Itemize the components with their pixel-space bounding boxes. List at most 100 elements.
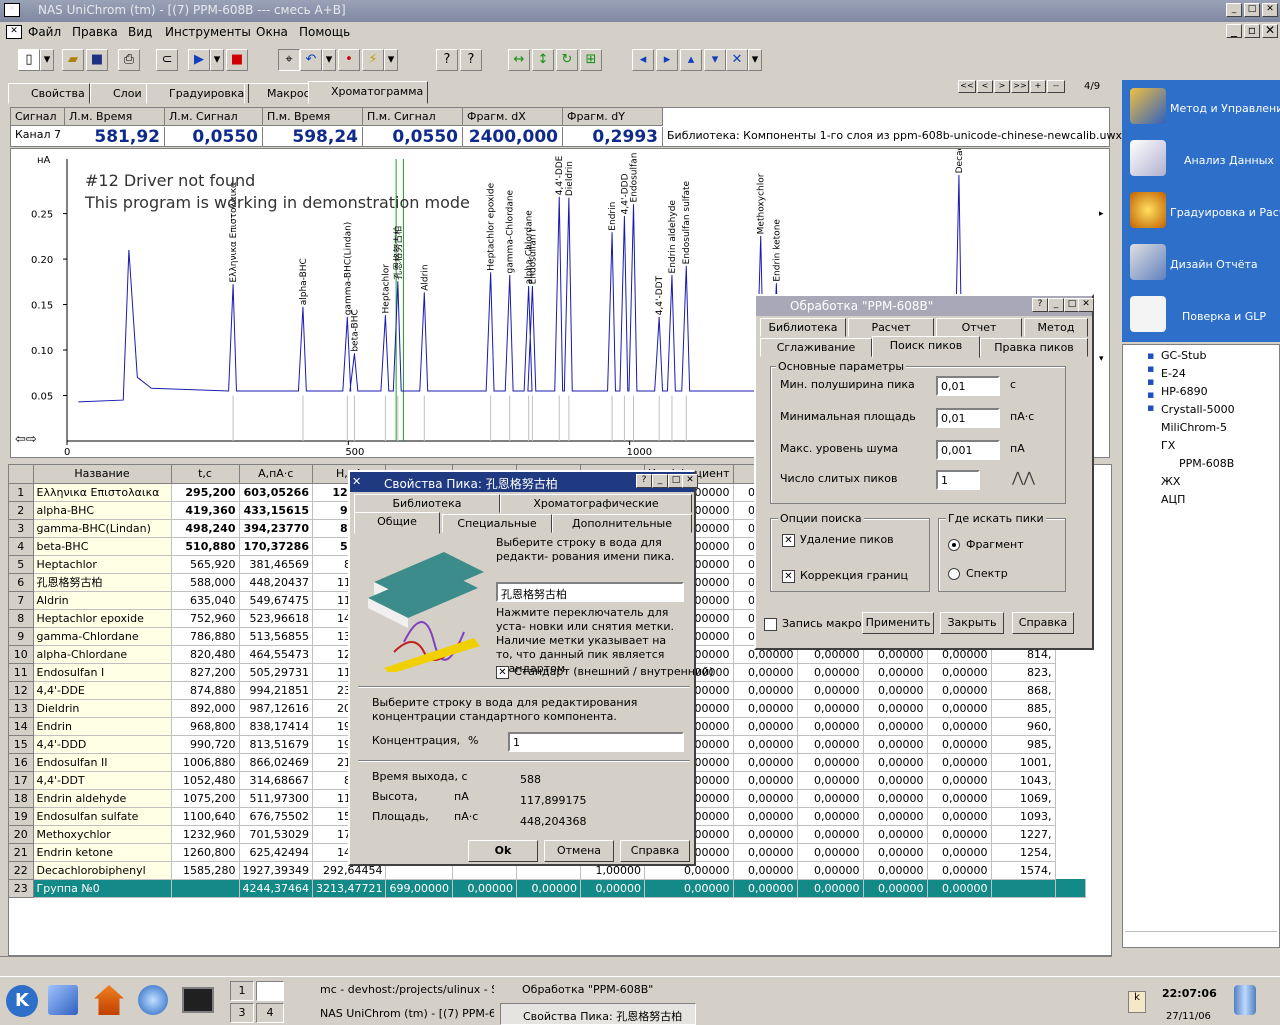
proc-help-text-button[interactable]: Справка	[1012, 612, 1074, 634]
zero-cell[interactable]: 0,00000	[927, 771, 992, 790]
task-unichrom[interactable]: NAS UniChrom (tm) - [(7) PPM-608B	[298, 1003, 494, 1025]
side-calibration[interactable]: Градуировка и Расчёт	[1122, 186, 1280, 238]
delete-peak-icon[interactable]: ✕	[726, 49, 748, 71]
trash-icon[interactable]	[1234, 985, 1256, 1015]
area-cell[interactable]: 603,05266	[239, 483, 313, 502]
doc-restore-button[interactable]: ▫	[1244, 24, 1260, 38]
tr-cell[interactable]: 1043,	[991, 771, 1056, 790]
area-cell[interactable]: 813,51679	[239, 735, 313, 754]
peak-tab-general[interactable]: Общие	[354, 512, 440, 534]
proc-min-button[interactable]: _	[1048, 298, 1064, 312]
app-icon[interactable]: ✕	[4, 3, 20, 17]
zero-cell[interactable]: 0,00000	[733, 753, 798, 772]
fit-all-icon[interactable]: ⊞	[580, 49, 602, 71]
proc-tab-peak-search[interactable]: Поиск пиков	[872, 336, 980, 358]
area-cell[interactable]: 464,55473	[239, 645, 313, 664]
zero-cell[interactable]: 0,00000	[863, 771, 928, 790]
rt-cell[interactable]: 874,880	[171, 681, 240, 700]
col-header[interactable]: t,c	[171, 465, 240, 484]
zero-cell[interactable]: 0,00000	[733, 663, 798, 682]
tab-calibration[interactable]: Градуировка	[146, 83, 250, 104]
context-help-icon[interactable]: ?	[460, 49, 482, 71]
peak-name-cell[interactable]: Endosulfan II	[33, 753, 172, 772]
klipper-icon[interactable]: k	[1128, 991, 1146, 1013]
tr-cell[interactable]: 823,	[991, 663, 1056, 682]
zero-cell[interactable]: 0,00000	[863, 735, 928, 754]
area-cell[interactable]: 448,20437	[239, 573, 313, 592]
rt-cell[interactable]: 892,000	[171, 699, 240, 718]
min-area-input[interactable]: 0,01	[936, 408, 1000, 428]
peak-name-cell[interactable]: gamma-Chlordane	[33, 627, 172, 646]
delete-dropdown-icon[interactable]: ▾	[748, 49, 762, 71]
rt-cell[interactable]: 565,920	[171, 555, 240, 574]
zero-cell[interactable]: 0,00000	[927, 789, 992, 808]
area-cell[interactable]: 994,21851	[239, 681, 313, 700]
side-glp[interactable]: Поверка и GLP	[1122, 290, 1280, 342]
zero-cell[interactable]: 0,00000	[927, 825, 992, 844]
play-dropdown-icon[interactable]: ▾	[210, 49, 224, 71]
area-cell[interactable]: 866,02469	[239, 753, 313, 772]
open-folder-icon[interactable]: ▰	[62, 49, 84, 71]
remove-peaks-checkbox[interactable]: ✕	[782, 534, 795, 547]
peak-tab-library[interactable]: Библиотека	[354, 494, 500, 513]
zero-cell[interactable]: 0,00000	[927, 861, 992, 880]
print-icon[interactable]: ⎙	[118, 49, 140, 71]
rt-cell[interactable]: 786,880	[171, 627, 240, 646]
proc-tab-peak-edit[interactable]: Правка пиков	[980, 338, 1088, 357]
desktop-3[interactable]: 3	[230, 1003, 254, 1023]
zero-cell[interactable]: 0,00000	[863, 717, 928, 736]
doc-close-button[interactable]: ✕	[1262, 24, 1278, 38]
peak-name-cell[interactable]: Methoxychlor	[33, 825, 172, 844]
rt-cell[interactable]: 1585,280	[171, 861, 240, 880]
fragment-radio[interactable]	[948, 539, 960, 551]
tree-item-lc[interactable]: ЖХ	[1161, 475, 1180, 488]
help-icon[interactable]: ?	[436, 49, 458, 71]
tree-item-milichrom[interactable]: MiliChrom-5	[1161, 421, 1227, 434]
correct-bounds-checkbox[interactable]: ✕	[782, 570, 795, 583]
rt-cell[interactable]: 820,480	[171, 645, 240, 664]
arrow-right-icon[interactable]: ▸	[656, 49, 678, 71]
zero-cell[interactable]: 0,00000	[863, 861, 928, 880]
peak-min-button[interactable]: _	[652, 474, 668, 488]
menu-view[interactable]: Вид	[128, 25, 152, 39]
tree-item-hp6890[interactable]: HP-6890	[1161, 385, 1208, 398]
area-cell[interactable]: 523,96618	[239, 609, 313, 628]
area-cell[interactable]: 1927,39349	[239, 861, 313, 880]
zero-cell[interactable]: 0,00000	[733, 843, 798, 862]
new-dropdown-icon[interactable]: ▾	[40, 49, 54, 71]
area-cell[interactable]: 549,67475	[239, 591, 313, 610]
tab-layers[interactable]: Слои	[90, 83, 147, 104]
tr-cell[interactable]: 960,	[991, 717, 1056, 736]
tree-item-gc-stub[interactable]: GC-Stub	[1161, 349, 1206, 362]
undo-dropdown-icon[interactable]: ▾	[322, 49, 336, 71]
peak-name-cell[interactable]: beta-BHC	[33, 537, 172, 556]
zero-cell[interactable]: 0,00000	[927, 735, 992, 754]
peak-name-cell[interactable]: 4,4'-DDE	[33, 681, 172, 700]
side-method[interactable]: Метод и Управление	[1122, 82, 1280, 134]
scroll-down-icon[interactable]: ▾	[1099, 354, 1104, 364]
rt-cell[interactable]: 1075,200	[171, 789, 240, 808]
peak-name-cell[interactable]: Heptachlor	[33, 555, 172, 574]
new-file-icon[interactable]: ▯	[18, 49, 40, 71]
area-cell[interactable]: 513,56855	[239, 627, 313, 646]
minimize-button[interactable]: _	[1226, 3, 1242, 17]
peak-tab-extra[interactable]: Дополнительные	[552, 514, 692, 533]
concentration-input[interactable]: 1	[508, 732, 684, 752]
peak-name-cell[interactable]: alpha-BHC	[33, 501, 172, 520]
arrow-up-icon[interactable]: ▴	[680, 49, 702, 71]
zero-cell[interactable]: 0,00000	[797, 699, 864, 718]
standard-checkbox[interactable]: ✕	[496, 666, 509, 679]
desktop-1[interactable]: 1	[230, 981, 254, 1001]
lightning-icon[interactable]: ⚡	[362, 49, 384, 71]
rt-cell[interactable]: 1232,960	[171, 825, 240, 844]
zero-cell[interactable]: 0,00000	[733, 825, 798, 844]
peak-name-cell[interactable]: Endrin ketone	[33, 843, 172, 862]
rt-cell[interactable]: 968,800	[171, 717, 240, 736]
terminal-icon[interactable]	[182, 987, 214, 1013]
rt-cell[interactable]: 990,720	[171, 735, 240, 754]
tr-cell[interactable]: 1227,	[991, 825, 1056, 844]
zero-cell[interactable]: 0,00000	[797, 825, 864, 844]
ok-button[interactable]: Ok	[468, 840, 538, 862]
peak-help-text-button[interactable]: Справка	[620, 840, 690, 862]
close-dialog-button[interactable]: Закрыть	[940, 612, 1004, 634]
